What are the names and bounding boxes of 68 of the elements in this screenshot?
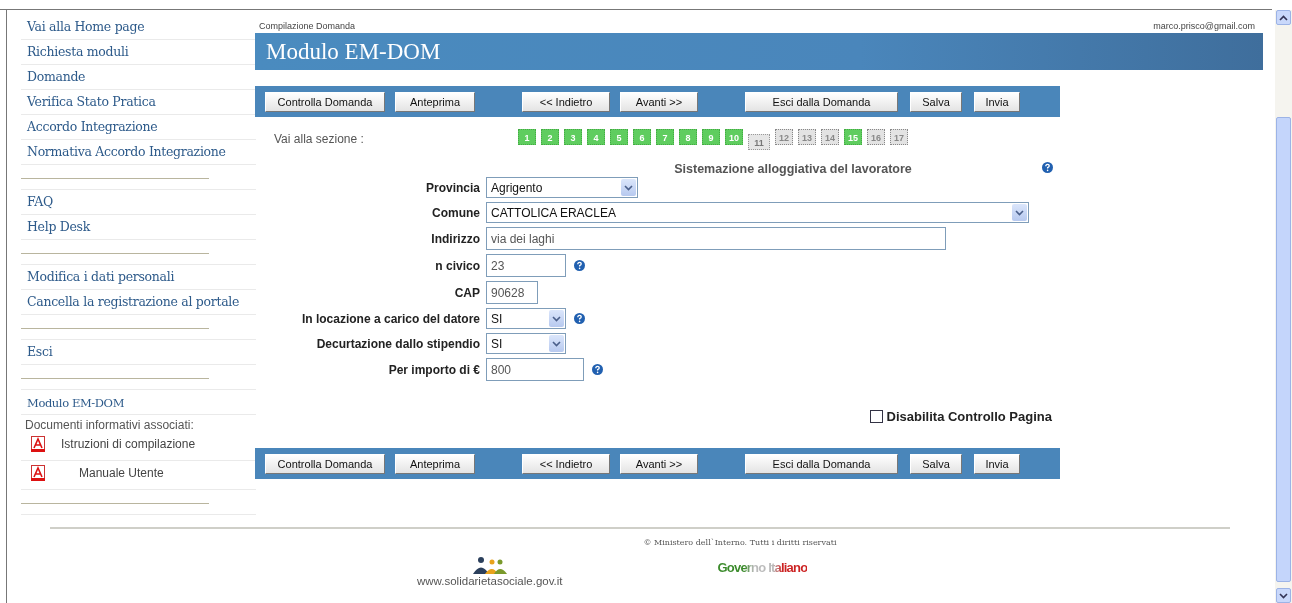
page-title: Modulo EM-DOM [266,38,441,65]
toolbar-button[interactable]: Salva [910,453,962,474]
document-link[interactable]: Istruzioni di compilazione [61,437,196,451]
sidebar-link[interactable]: Modifica i dati personali [21,265,256,290]
scrollbar[interactable] [1275,10,1292,603]
sidebar-link[interactable]: Domande [21,65,256,90]
dropdown[interactable]: SI [486,308,566,329]
scroll-up-button[interactable] [1276,10,1291,25]
help-icon[interactable] [592,364,603,375]
toolbar-button[interactable]: Avanti >> [620,91,698,112]
documents-caption: Documenti informativi associati: [24,417,195,432]
field-label: CAP [453,285,481,300]
dropdown[interactable]: SI [486,333,566,354]
section-label: Vai alla sezione : [274,132,365,146]
sidebar-link[interactable]: Accordo Integrazione [21,115,256,140]
sidebar-link[interactable]: Normativa Accordo Integrazione [21,140,256,165]
dropdown[interactable]: CATTOLICA ERACLEA [486,202,1029,223]
sidebar-link[interactable]: Help Desk [21,215,256,240]
toolbar-button[interactable]: Controlla Domanda [265,91,385,112]
toolbar-button[interactable]: Esci dalla Domanda [745,91,898,112]
help-icon[interactable] [574,313,585,324]
toolbar-button[interactable]: Invia [974,91,1020,112]
toolbar-button[interactable]: << Indietro [522,453,610,474]
caret-icon[interactable] [549,310,564,327]
document-link[interactable]: Manuale Utente [79,466,164,480]
sidebar-link[interactable]: Esci [21,340,256,365]
caret-icon[interactable] [1012,204,1027,221]
input-field[interactable]: 800 [486,358,584,381]
input-field[interactable]: via dei laghi [486,227,946,250]
toolbar-button[interactable]: Controlla Domanda [265,453,385,474]
sidebar-link[interactable]: FAQ [21,190,256,215]
dropdown[interactable]: Agrigento [486,177,638,198]
sidebar-link[interactable]: Vai alla Home page [21,15,256,40]
field-label: Provincia [424,180,481,195]
field-label: Indirizzo [430,231,481,246]
section-tab[interactable]: 11 [748,133,770,150]
people-logo-icon [471,557,508,575]
field-label: Decurtazione dallo stipendio [315,336,481,351]
scroll-thumb[interactable] [1276,117,1291,582]
caret-icon[interactable] [621,179,636,196]
form-title: Sistemazione alloggiativa del lavoratore [674,162,912,176]
toolbar-button[interactable]: Anteprima [395,91,475,112]
input-field[interactable]: 23 [486,254,566,277]
copyright: © Ministero dell`Interno. Tutti i diritti riservati [642,538,838,547]
toolbar-button[interactable]: Esci dalla Domanda [745,453,898,474]
government-logo[interactable]: Governo Italiano [717,560,808,575]
toolbar-button[interactable]: << Indietro [522,91,610,112]
caret-icon[interactable] [549,335,564,352]
pdf-icon [31,465,45,481]
field-label: In locazione a carico del datore [300,311,481,326]
field-label: Comune [431,205,481,220]
toolbar-button[interactable]: Invia [974,453,1020,474]
toolbar-button[interactable]: Salva [910,91,962,112]
breadcrumb: Compilazione Domanda [259,20,356,31]
sidebar-link[interactable]: Cancella la registrazione al portale [21,290,256,315]
field-label: Per importo di € [387,362,481,377]
toolbar-button[interactable]: Anteprima [395,453,475,474]
help-icon[interactable] [1042,162,1053,173]
input-field[interactable]: 90628 [486,281,538,304]
toolbar-button[interactable]: Avanti >> [620,453,698,474]
scroll-down-button[interactable] [1276,588,1291,603]
checkbox[interactable]: Disabilita Controllo Pagina [869,409,1052,424]
field-label: n civico [434,258,481,273]
pdf-icon [31,436,45,452]
user-email: marco.prisco@gmail.com [1153,20,1255,31]
site-url[interactable]: www.solidarietasociale.gov.it [417,575,563,587]
help-icon[interactable] [574,260,585,271]
module-title: Modulo EM-DOM [21,390,256,415]
